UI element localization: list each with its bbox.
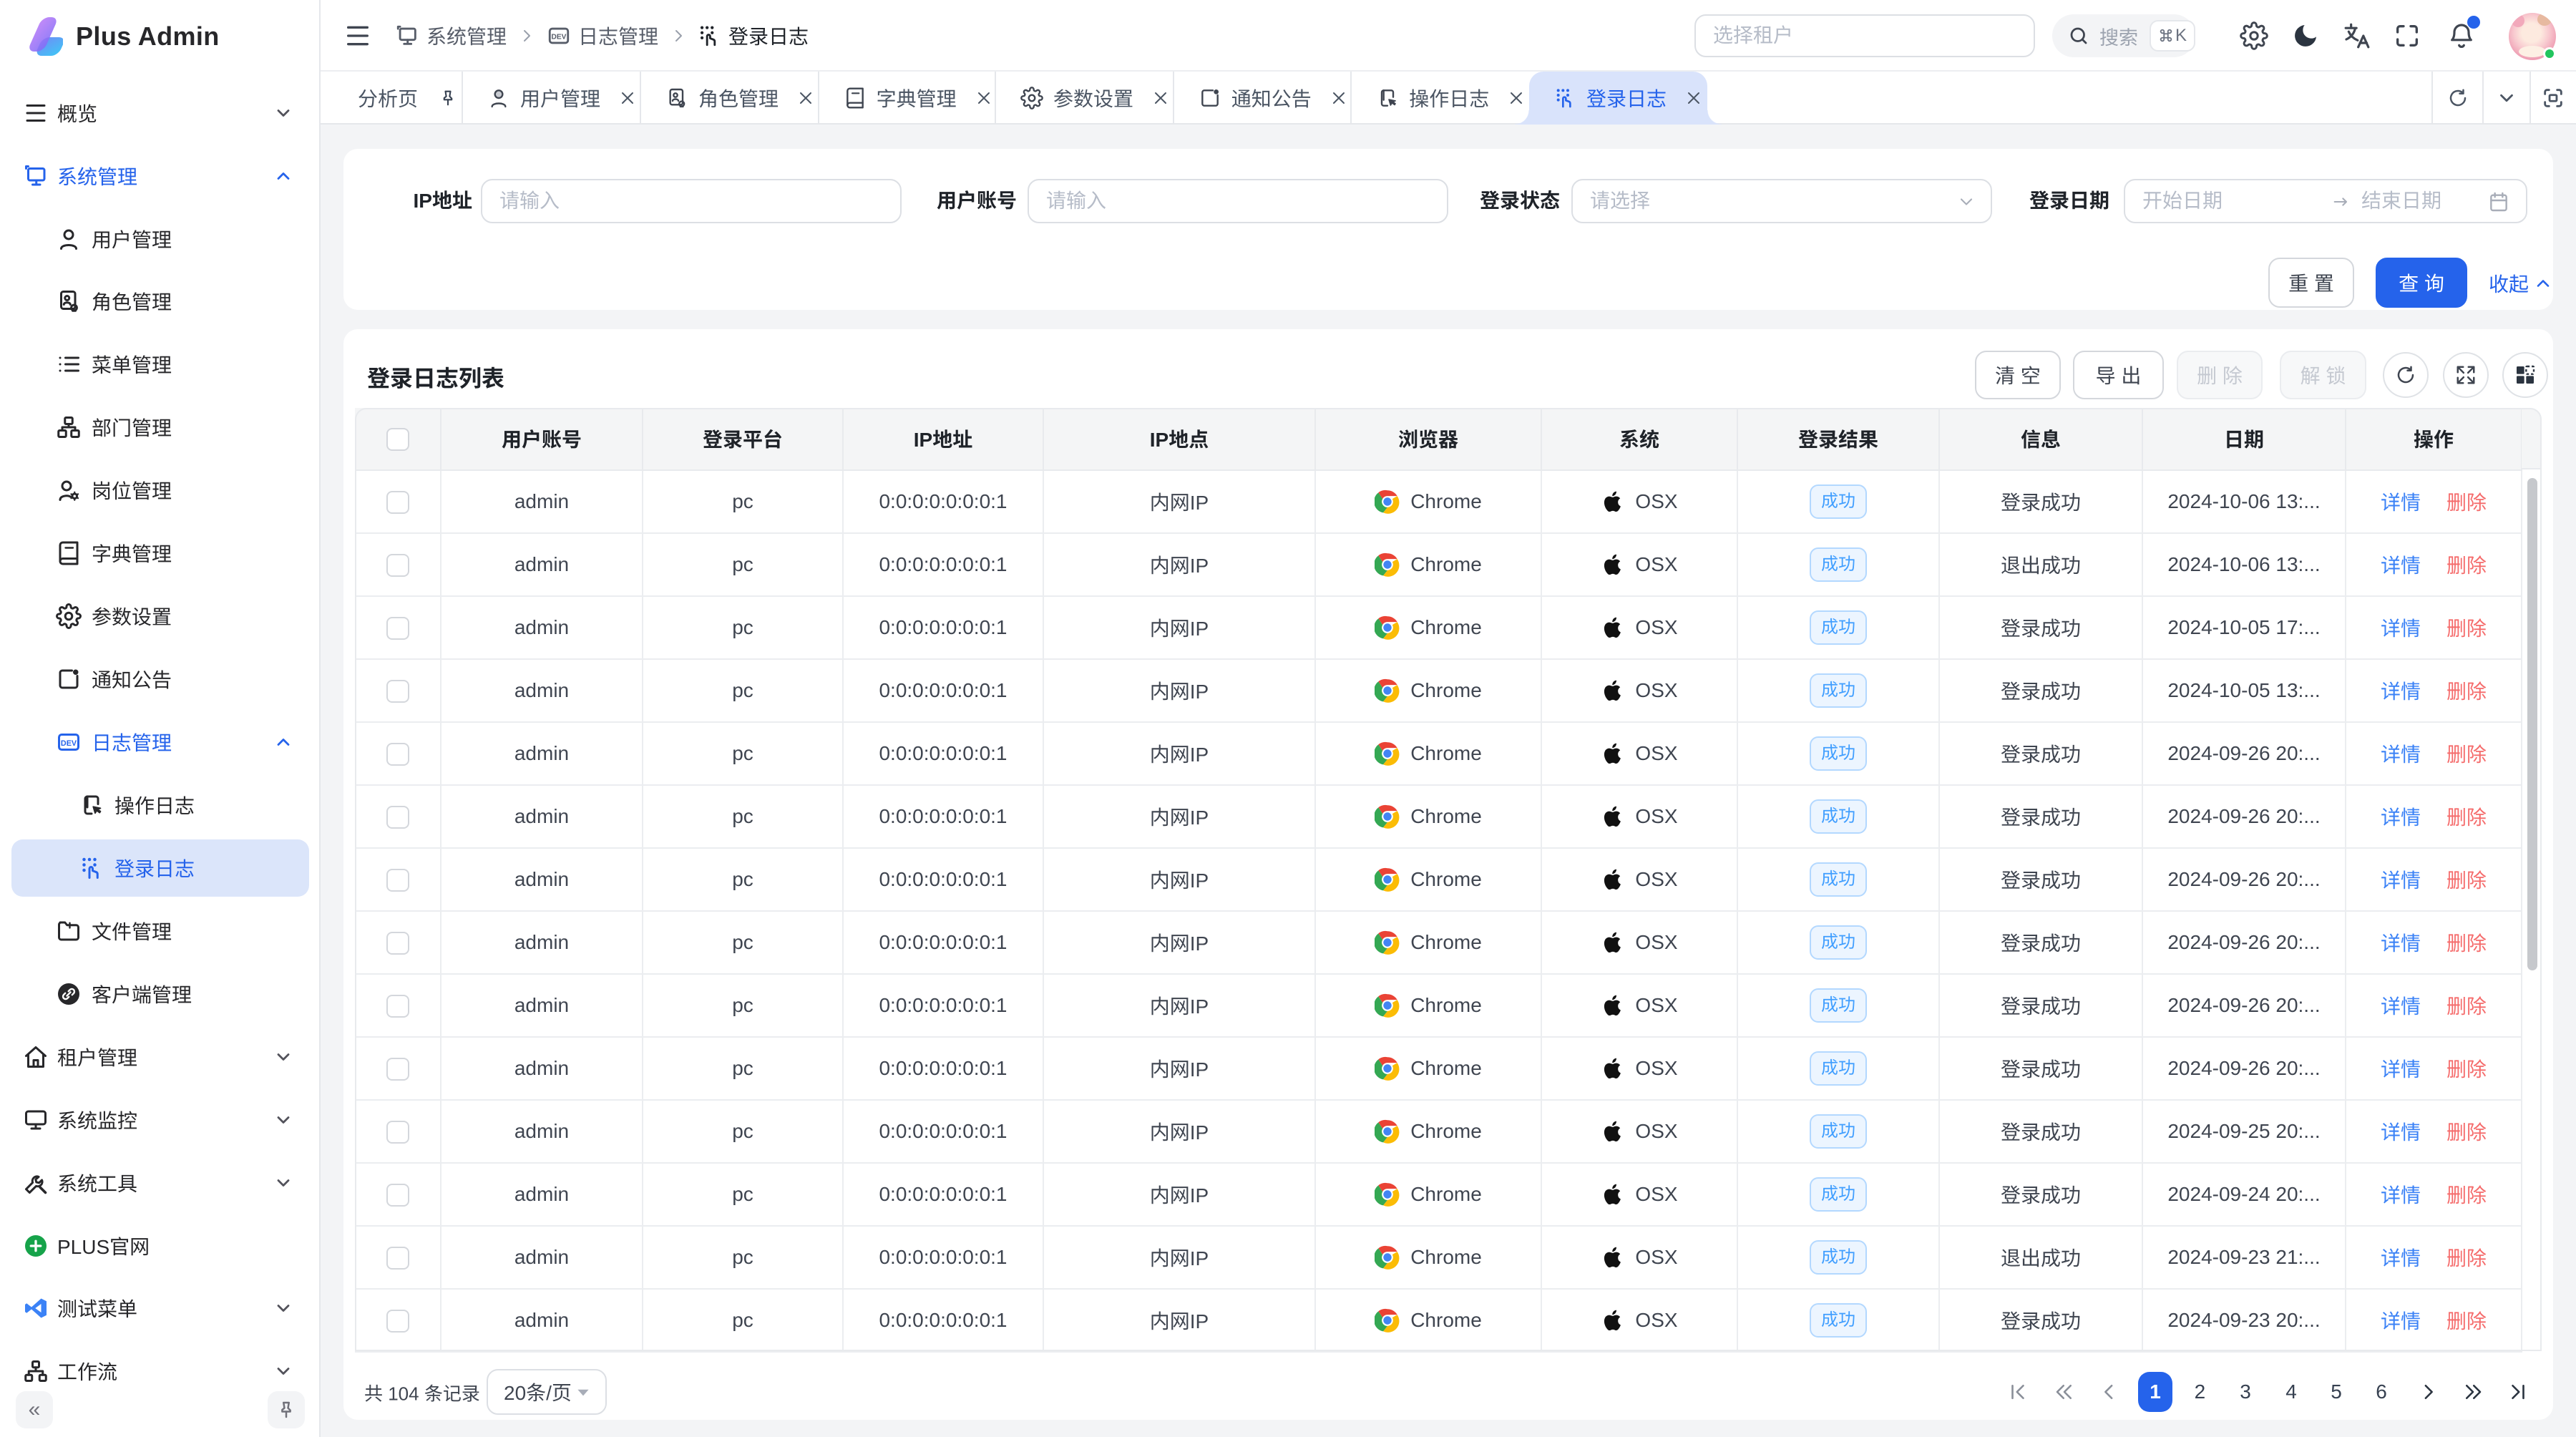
svg-text:DEV: DEV	[552, 34, 567, 42]
svg-text:DEV: DEV	[61, 739, 77, 748]
